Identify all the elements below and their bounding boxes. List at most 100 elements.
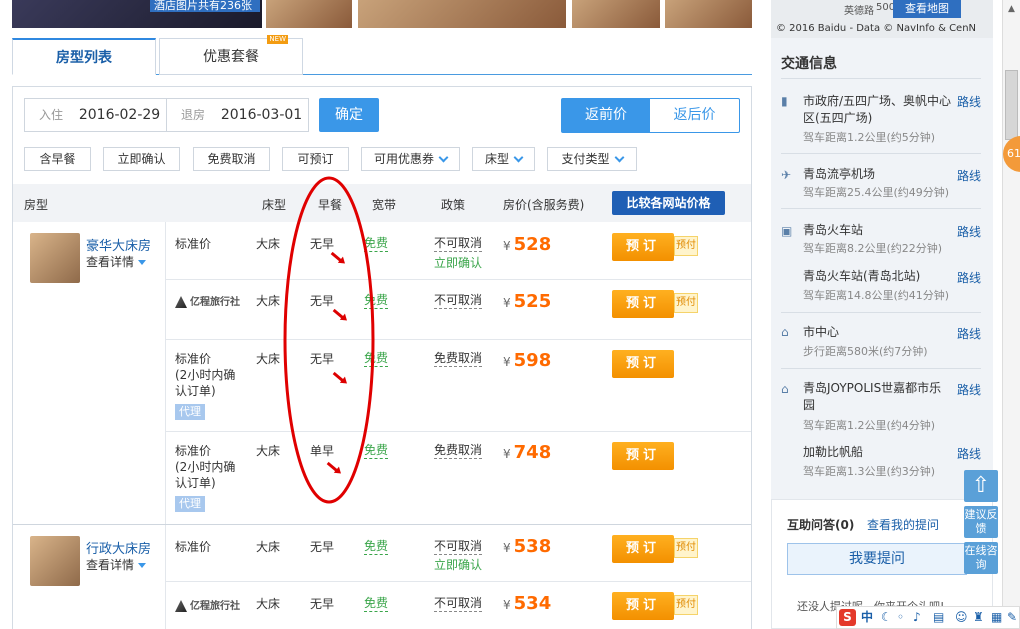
filter-bed-type[interactable]: 床型 xyxy=(472,147,535,171)
traffic-name: 青岛JOYPOLIS世嘉都市乐 园 xyxy=(803,380,941,414)
currency: ¥ xyxy=(503,598,511,612)
rate-policy[interactable]: 不可取消 xyxy=(434,236,483,252)
filter-bookable[interactable]: 可预订 xyxy=(282,147,349,171)
rate-type-line: 标准价 xyxy=(175,444,212,458)
room-name[interactable]: 豪华大床房 xyxy=(86,235,151,254)
book-button[interactable]: 预订 xyxy=(612,442,674,470)
route-link[interactable]: 路线 xyxy=(957,381,981,398)
rate-policy[interactable]: 免费取消 xyxy=(434,351,483,367)
ime-toolbar[interactable]: S 中 ☾ ◦ ♪ ▤ ☺ ♜ ▦ ✎ xyxy=(836,606,1020,629)
room-name[interactable]: 行政大床房 xyxy=(86,538,151,557)
price-before-option[interactable]: 返前价 xyxy=(562,99,650,132)
sogou-icon[interactable]: S xyxy=(839,609,856,626)
train-icon: ▣ xyxy=(781,224,793,238)
rate-policy[interactable]: 免费取消 xyxy=(434,443,483,459)
rate-type-line: (2小时内确 xyxy=(175,460,236,474)
rate-policy[interactable]: 不可取消 xyxy=(434,596,483,612)
filter-coupon[interactable]: 可用优惠券 xyxy=(361,147,460,171)
price-value: 534 xyxy=(513,593,552,614)
rate-price: ¥528 xyxy=(503,234,551,255)
rate-price: ¥525 xyxy=(503,291,551,312)
rate-bed: 大床 xyxy=(256,294,281,308)
map-road-label: 英德路 xyxy=(844,6,874,17)
scrollbar[interactable]: ▲ xyxy=(1002,0,1020,629)
emoji-icon[interactable]: ☺ xyxy=(955,607,968,628)
route-link[interactable]: 路线 xyxy=(957,269,981,286)
route-link[interactable]: 路线 xyxy=(957,93,981,110)
route-link[interactable]: 路线 xyxy=(957,325,981,342)
filter-payment[interactable]: 支付类型 xyxy=(547,147,637,171)
compare-prices-button[interactable]: 比较各网站价格 xyxy=(612,191,725,215)
checkout-field[interactable]: 退房 2016-03-01 xyxy=(181,99,302,131)
back-to-top-button[interactable]: ⇧ xyxy=(964,470,998,502)
currency: ¥ xyxy=(503,296,511,310)
room-thumbnail[interactable] xyxy=(30,536,80,586)
filter-breakfast[interactable]: 含早餐 xyxy=(24,147,91,171)
price-after-option[interactable]: 返后价 xyxy=(650,99,739,132)
scroll-up-arrow[interactable]: ▲ xyxy=(1004,4,1019,18)
rate-instant: 立即确认 xyxy=(434,256,483,270)
price-toggle: 返前价 返后价 xyxy=(561,98,740,133)
toolbox-icon[interactable]: ▦ xyxy=(991,607,1002,628)
route-link[interactable]: 路线 xyxy=(957,167,981,184)
rate-bed: 大床 xyxy=(256,444,281,458)
divider xyxy=(166,99,167,131)
scroll-thumb[interactable] xyxy=(1005,70,1018,140)
gallery-photo[interactable] xyxy=(572,0,660,28)
header-room: 房型 xyxy=(24,198,49,212)
checkin-label: 入住 xyxy=(39,108,64,122)
checkout-label: 退房 xyxy=(181,108,206,122)
checkin-field[interactable]: 入住 2016-02-29 xyxy=(39,99,160,131)
row-divider xyxy=(165,339,751,340)
agency-icon xyxy=(175,600,187,612)
consult-button[interactable]: 在线咨询 xyxy=(964,542,998,574)
feedback-button[interactable]: 建议反馈 xyxy=(964,506,998,538)
traffic-name: 青岛流亭机场 xyxy=(803,166,875,183)
gallery-photo[interactable] xyxy=(266,0,352,28)
ask-question-button[interactable]: 我要提问 xyxy=(787,543,967,575)
gallery-photo[interactable] xyxy=(358,0,566,28)
book-button[interactable]: 预订 xyxy=(612,535,674,563)
rate-policy[interactable]: 不可取消 xyxy=(434,293,483,309)
divider xyxy=(781,368,981,369)
rate-wifi[interactable]: 免费 xyxy=(364,596,389,612)
filter-instant-confirm[interactable]: 立即确认 xyxy=(103,147,180,171)
traffic-distance: 步行距离580米(约7分钟) xyxy=(803,345,928,358)
book-button[interactable]: 预订 xyxy=(612,233,674,261)
keyboard-icon[interactable]: ▤ xyxy=(933,607,944,628)
gallery-caption[interactable]: 酒店图片共有236张 xyxy=(150,0,260,12)
room-details-link[interactable]: 查看详情 xyxy=(86,253,147,270)
ime-lang[interactable]: 中 xyxy=(861,607,873,628)
price-value: 525 xyxy=(513,291,552,312)
room-thumbnail[interactable] xyxy=(30,233,80,283)
filter-free-cancel[interactable]: 免费取消 xyxy=(193,147,270,171)
rate-type: 标准价 (2小时内确 认订单) xyxy=(175,351,235,399)
divider xyxy=(165,525,166,629)
moon-icon[interactable]: ☾ xyxy=(881,607,892,628)
book-button[interactable]: 预订 xyxy=(612,290,674,318)
confirm-button[interactable]: 确定 xyxy=(319,98,379,132)
my-questions-link[interactable]: 查看我的提问 xyxy=(867,516,939,533)
divider xyxy=(165,222,166,524)
traffic-name-line: 加勒比帆船 xyxy=(803,445,864,459)
route-link[interactable]: 路线 xyxy=(957,445,981,462)
route-link[interactable]: 路线 xyxy=(957,223,981,240)
row-divider xyxy=(165,431,751,432)
rate-wifi[interactable]: 免费 xyxy=(364,539,389,555)
book-button[interactable]: 预订 xyxy=(612,350,674,378)
punctuation-icon[interactable]: ◦ xyxy=(897,607,904,628)
view-map-button[interactable]: 查看地图 xyxy=(893,0,961,18)
settings-icon[interactable]: ✎ xyxy=(1007,607,1017,628)
mic-icon[interactable]: ♪ xyxy=(913,607,921,628)
tab-room-list[interactable]: 房型列表 xyxy=(12,38,156,75)
gallery-photo[interactable] xyxy=(665,0,752,28)
book-button[interactable]: 预订 xyxy=(612,592,674,620)
divider xyxy=(781,312,981,313)
tab-packages[interactable]: 优惠套餐 NEW xyxy=(159,35,303,75)
traffic-name-line: 青岛JOYPOLIS世嘉都市乐 xyxy=(803,381,942,395)
rate-policy[interactable]: 不可取消 xyxy=(434,539,483,555)
skin-icon[interactable]: ♜ xyxy=(973,607,984,628)
currency: ¥ xyxy=(503,541,511,555)
room-details-link[interactable]: 查看详情 xyxy=(86,556,147,573)
chevron-down-icon xyxy=(513,152,524,163)
